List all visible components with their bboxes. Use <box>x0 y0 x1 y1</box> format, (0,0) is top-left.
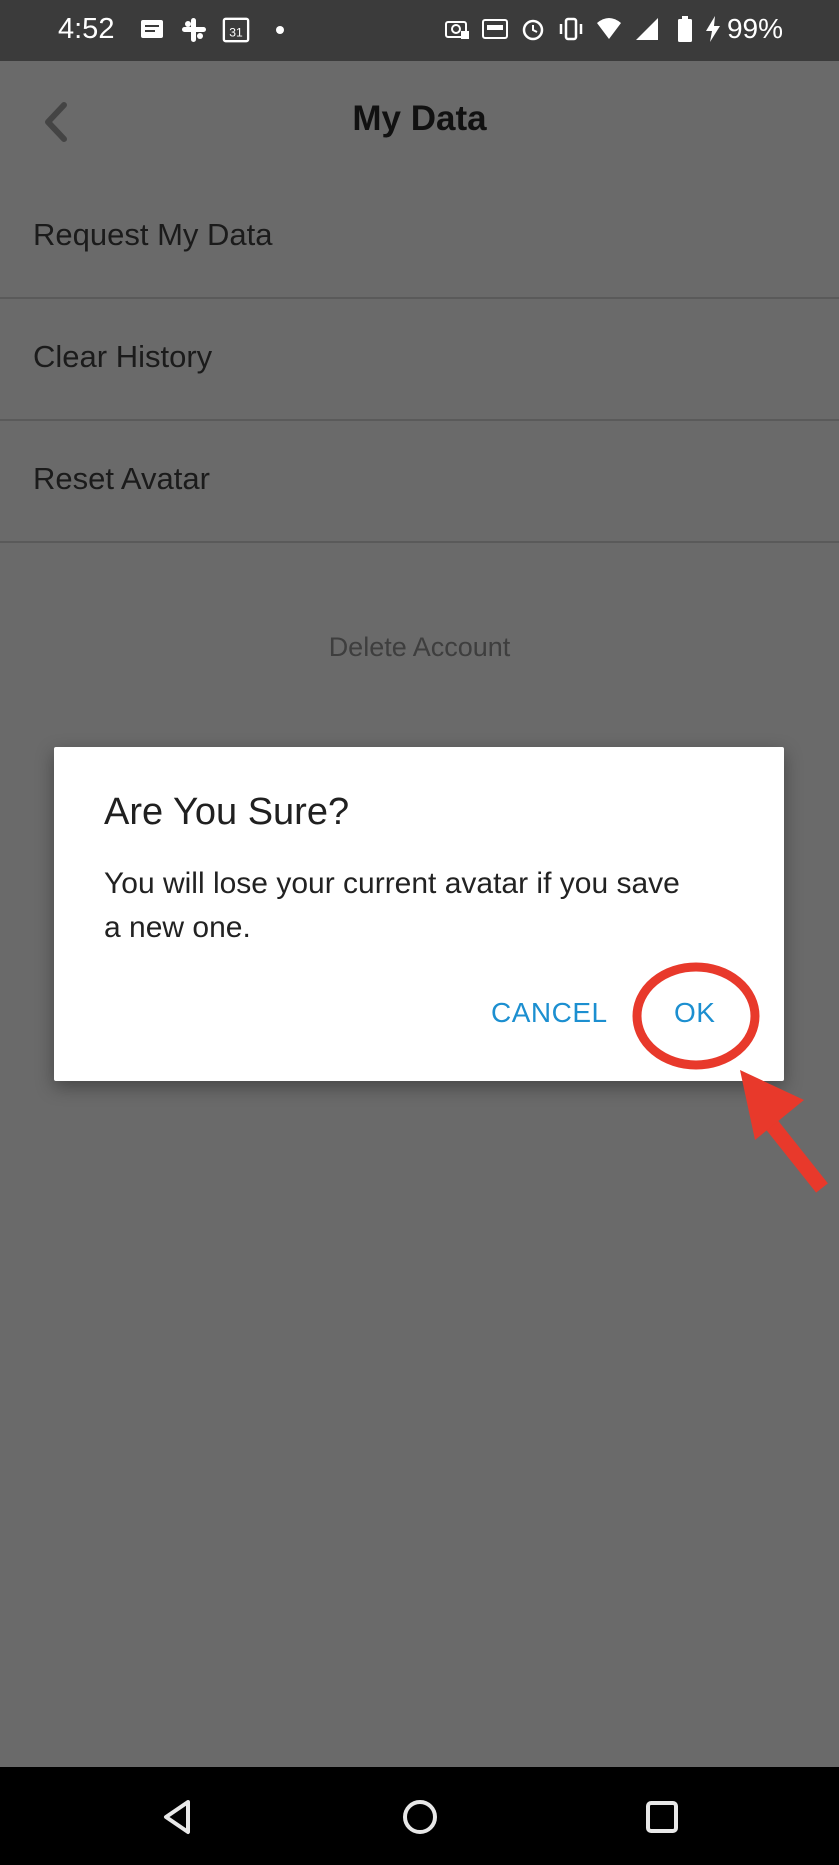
cancel-button[interactable]: CANCEL <box>491 997 608 1029</box>
menu-item-reset-avatar[interactable]: Reset Avatar <box>0 419 839 543</box>
app-bar: My Data <box>0 61 839 179</box>
battery-percent: 99% <box>726 13 783 44</box>
delete-account-link[interactable]: Delete Account <box>0 632 839 663</box>
wifi-icon <box>595 15 623 43</box>
screenshot-icon <box>443 15 471 43</box>
calendar-day-text: 31 <box>229 26 243 40</box>
home-circle-icon <box>403 1800 437 1834</box>
dialog-title: Are You Sure? <box>104 791 350 833</box>
alarm-icon <box>519 15 547 43</box>
navigation-bar <box>0 1767 839 1865</box>
messages-icon <box>138 16 166 44</box>
recents-square-icon <box>646 1801 678 1833</box>
status-right: 99% <box>443 13 783 45</box>
signal-icon <box>633 15 661 43</box>
status-time: 4:52 <box>58 13 115 45</box>
battery-icon <box>671 15 692 43</box>
status-left-icons: 31 <box>138 16 294 44</box>
auto-hz-icon <box>481 15 509 43</box>
page-title: My Data <box>352 99 487 138</box>
ok-button[interactable]: OK <box>674 997 715 1029</box>
nav-home-button[interactable] <box>398 1795 442 1839</box>
charging-icon <box>699 15 720 43</box>
dialog-message: You will lose your current avatar if you… <box>104 867 680 944</box>
vibrate-icon <box>557 15 585 43</box>
nav-back-button[interactable] <box>156 1795 200 1839</box>
menu-item-label: Reset Avatar <box>33 461 210 496</box>
menu-item-request-my-data[interactable]: Request My Data <box>0 175 839 299</box>
status-bar: 4:52 31 99% <box>0 0 839 61</box>
calendar-icon: 31 <box>222 16 252 44</box>
nav-recents-button[interactable] <box>640 1795 684 1839</box>
pointer-arrow <box>740 1070 828 1193</box>
slack-icon <box>180 16 208 44</box>
menu-item-clear-history[interactable]: Clear History <box>0 297 839 421</box>
dot-icon <box>266 16 294 44</box>
menu-item-label: Clear History <box>33 339 213 374</box>
confirm-dialog: Are You Sure? You will lose your current… <box>54 747 784 1081</box>
back-triangle-icon <box>164 1800 190 1834</box>
menu-item-label: Request My Data <box>33 217 273 252</box>
